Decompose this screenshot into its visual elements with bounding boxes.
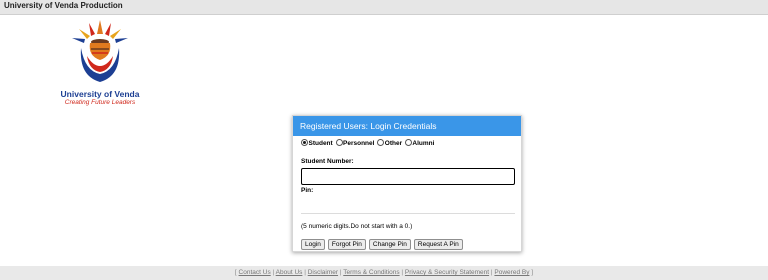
university-tagline: Creating Future Leaders: [64, 99, 136, 106]
footer-link-privacy[interactable]: Privacy & Security Statement: [405, 269, 489, 276]
change-pin-button[interactable]: Change Pin: [368, 239, 411, 250]
radio-icon[interactable]: [404, 139, 412, 146]
radio-other[interactable]: Other: [377, 139, 402, 147]
university-name: University of Venda: [60, 89, 140, 99]
radio-icon[interactable]: [377, 139, 385, 146]
login-panel-title: Registered Users: Login Credentials: [300, 121, 437, 131]
forgot-pin-button[interactable]: Forgot Pin: [327, 239, 366, 250]
venda-crest-icon: [72, 20, 128, 82]
request-pin-button[interactable]: Request A Pin: [413, 239, 463, 250]
login-panel: Registered Users: Login Credentials Stud…: [292, 115, 522, 252]
student-number-input[interactable]: [301, 168, 515, 185]
app-title: University of Venda Production: [4, 1, 123, 10]
footer-link-terms[interactable]: Terms & Conditions: [343, 269, 399, 276]
login-panel-header: Registered Users: Login Credentials: [293, 116, 521, 136]
radio-icon[interactable]: [335, 139, 343, 146]
pin-hint: (5 numeric digits.Do not start with a 0.…: [301, 223, 413, 230]
footer-link-contact[interactable]: Contact Us: [239, 269, 271, 276]
footer-link-about[interactable]: About Us: [276, 269, 303, 276]
radio-student[interactable]: Student: [301, 139, 333, 147]
radio-alumni[interactable]: Alumni: [404, 139, 434, 147]
login-button[interactable]: Login: [301, 239, 325, 250]
login-actions: Login Forgot Pin Change Pin Request A Pin: [301, 239, 466, 250]
user-type-radio-group: Student Personnel Other Alumni: [301, 139, 435, 147]
footer: [ Contact Us | About Us | Disclaimer | T…: [0, 266, 768, 280]
pin-label: Pin:: [301, 187, 314, 194]
footer-link-powered-by[interactable]: Powered By: [494, 269, 529, 276]
radio-personnel[interactable]: Personnel: [335, 139, 374, 147]
top-bar: University of Venda Production: [0, 0, 768, 15]
university-logo: University of Venda Creating Future Lead…: [52, 18, 148, 110]
radio-selected-icon[interactable]: [301, 139, 308, 146]
student-number-label: Student Number:: [301, 158, 354, 165]
footer-link-disclaimer[interactable]: Disclaimer: [308, 269, 338, 276]
divider: [301, 213, 515, 214]
footer-links: [ Contact Us | About Us | Disclaimer | T…: [234, 269, 534, 276]
